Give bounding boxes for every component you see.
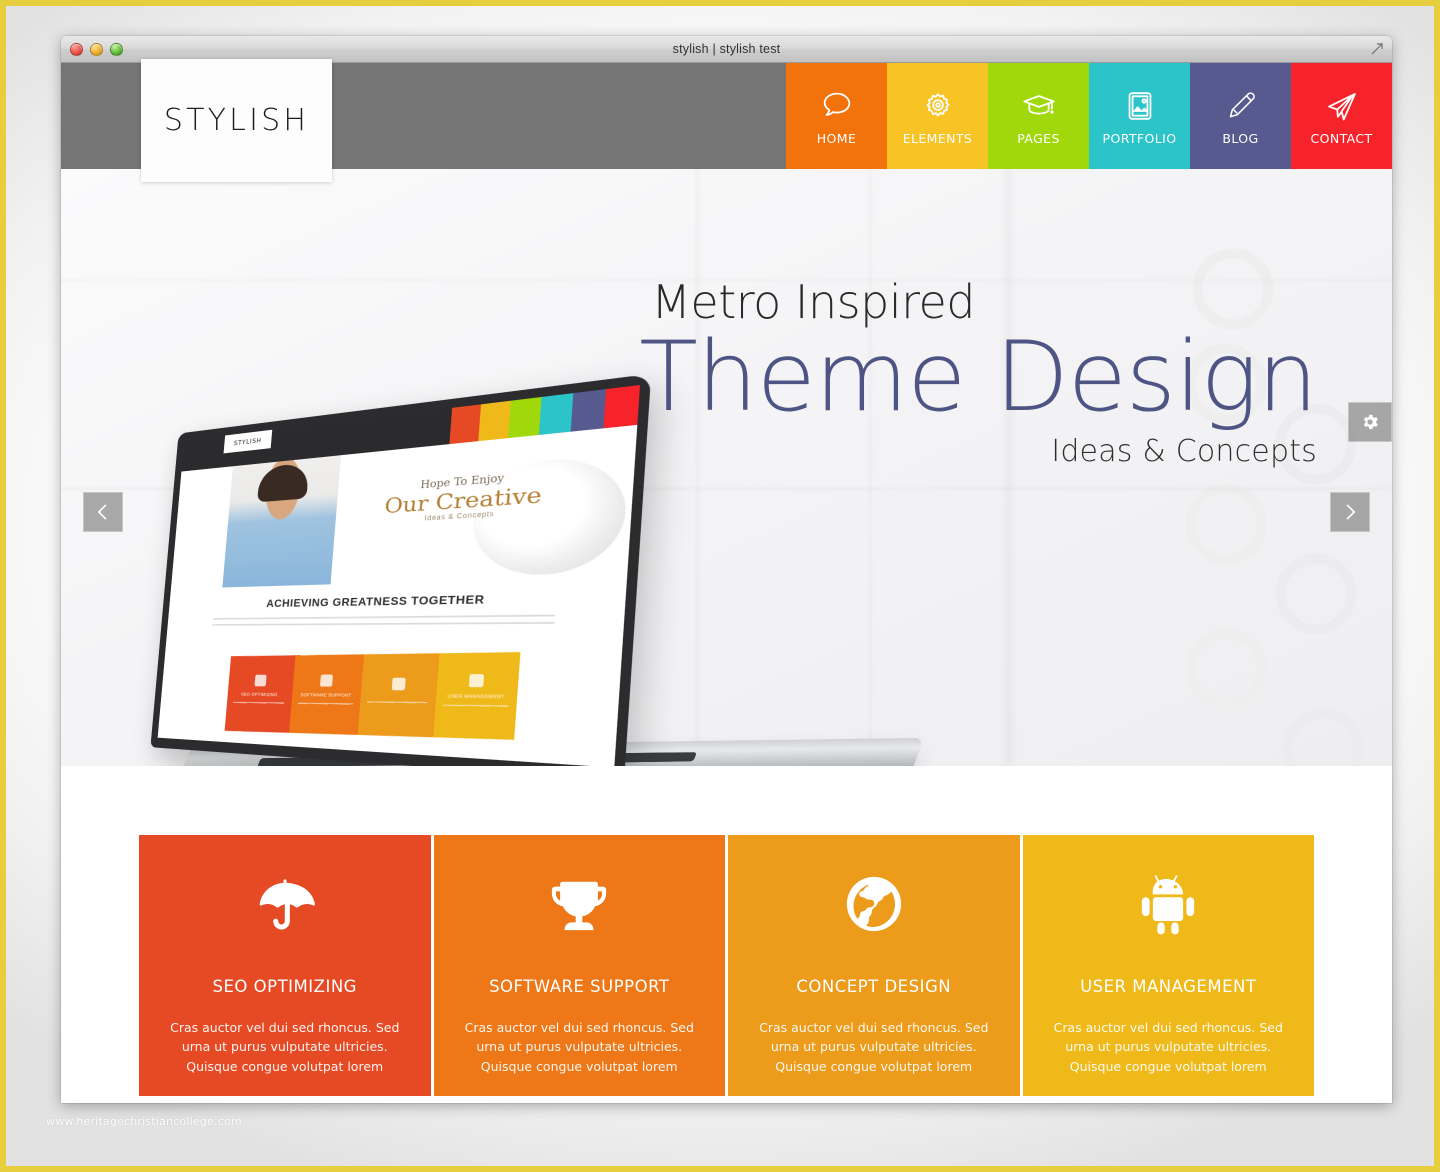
hero-text-block: Metro Inspired Theme Design Ideas & Conc… <box>639 275 1318 469</box>
nav-item-label: PAGES <box>1017 130 1060 146</box>
speech-bubble-icon <box>818 87 856 125</box>
site-logo-text: STYLISH <box>163 103 310 138</box>
mock-feature-tiles: SEO OPTIMIZING SOFTWARE SUPPORT USER MANAG… <box>224 652 521 740</box>
window-controls <box>70 42 123 56</box>
chevron-right-icon <box>1340 502 1360 522</box>
mock-tile-icon <box>391 677 406 690</box>
mock-tile-3: USER MANAGEMENT <box>432 652 521 740</box>
mock-site-body: Hope To Enjoy Our Creative Ideas & Conce… <box>157 424 638 766</box>
mock-tile-label: SOFTWARE SUPPORT <box>300 691 352 698</box>
nav-item-home[interactable]: HOME <box>786 63 887 169</box>
mock-nav-item-5 <box>603 385 641 429</box>
feature-description: Cras auctor vel dui sed rhoncus. Sed urn… <box>170 1020 400 1074</box>
mock-paragraph <box>211 614 555 635</box>
mock-nav-item-1 <box>478 400 511 442</box>
globe-icon <box>843 873 905 935</box>
mock-tile-2 <box>357 653 439 738</box>
mock-person-photo <box>222 455 342 588</box>
main-navigation: HOME ELEMENTS PAGES PORTFOLIO BLOG CONTACT <box>786 63 1392 169</box>
mock-tile-icon <box>320 674 334 687</box>
mock-tile-label: SEO OPTIMIZING <box>240 691 278 698</box>
feature-tile-seo-optimizing[interactable]: SEO OPTIMIZING Cras auctor vel dui sed rh… <box>139 835 431 1096</box>
close-button[interactable] <box>70 42 83 56</box>
nav-item-label: HOME <box>816 130 857 146</box>
mock-nav-item-4 <box>570 389 607 432</box>
slider-settings-button[interactable] <box>1348 402 1392 442</box>
mock-tile-paragraph <box>296 702 353 715</box>
pencil-icon <box>1222 87 1260 125</box>
nav-item-portfolio[interactable]: PORTFOLIO <box>1089 63 1190 169</box>
gear-icon <box>1360 412 1380 432</box>
slider-prev-button[interactable] <box>83 492 123 532</box>
feature-tile-concept-design[interactable]: CONCEPT DESIGN Cras auctor vel dui sed rh… <box>728 835 1020 1096</box>
feature-tile-user-management[interactable]: USER MANAGEMENT Cras auctor vel dui sed r… <box>1022 835 1314 1096</box>
watermark-text: www.heritagechristiancollege.com <box>46 1115 242 1128</box>
feature-tile-software-support[interactable]: SOFTWARE SUPPORT Cras auctor vel dui sed … <box>433 835 725 1096</box>
chevron-left-icon <box>93 502 113 522</box>
resize-grip-icon[interactable] <box>1370 42 1384 56</box>
umbrella-icon <box>254 873 316 935</box>
feature-tiles: SEO OPTIMIZING Cras auctor vel dui sed rh… <box>139 835 1314 1096</box>
feature-description: Cras auctor vel dui sed rhoncus. Sed urn… <box>759 1020 989 1074</box>
mock-tile-1: SOFTWARE SUPPORT <box>288 654 365 735</box>
hero-slider: STYLISH Hope To Enjoy Our Creative Ideas… <box>61 169 1392 766</box>
mock-tile-label: USER MANAGEMENT <box>447 692 505 700</box>
paper-plane-icon <box>1323 87 1361 125</box>
laptop-screen: STYLISH Hope To Enjoy Our Creative Ideas… <box>150 373 652 766</box>
hero-eyebrow: Metro Inspired <box>651 275 975 329</box>
feature-description: Cras auctor vel dui sed rhoncus. Sed urn… <box>1053 1020 1283 1074</box>
feature-description: Cras auctor vel dui sed rhoncus. Sed urn… <box>464 1020 694 1074</box>
nav-item-label: ELEMENTS <box>902 130 973 146</box>
feature-title: SOFTWARE SUPPORT <box>489 977 670 996</box>
hero-headline: Theme Design <box>639 321 1318 433</box>
mock-tile-icon <box>469 674 485 688</box>
nav-item-pages[interactable]: PAGES <box>988 63 1089 169</box>
mock-tile-paragraph <box>232 701 285 714</box>
nav-item-contact[interactable]: CONTACT <box>1291 63 1392 169</box>
zoom-button[interactable] <box>110 42 123 56</box>
browser-window: stylish | stylish test STYLISH HOME ELEME… <box>61 36 1392 1103</box>
site-logo[interactable]: STYLISH <box>141 59 332 182</box>
mock-nav-item-3 <box>538 393 574 435</box>
mock-nav-item-2 <box>508 396 542 439</box>
nav-item-blog[interactable]: BLOG <box>1190 63 1291 169</box>
gear-icon <box>919 87 957 125</box>
mock-site-logo: STYLISH <box>223 429 273 454</box>
mock-tile-icon <box>254 674 267 687</box>
hero-subheadline: Ideas & Concepts <box>1051 433 1317 469</box>
features-section: SEO OPTIMIZING Cras auctor vel dui sed rh… <box>61 766 1392 1103</box>
feature-title: SEO OPTIMIZING <box>212 977 357 996</box>
nav-item-label: BLOG <box>1222 130 1259 146</box>
feature-title: USER MANAGEMENT <box>1080 977 1257 996</box>
android-icon <box>1137 873 1199 935</box>
window-title: stylish | stylish test <box>672 42 781 56</box>
mock-tile-paragraph <box>366 700 428 714</box>
graduation-cap-icon <box>1020 87 1058 125</box>
nav-item-label: CONTACT <box>1310 130 1373 146</box>
minimize-button[interactable] <box>90 42 103 56</box>
nav-item-elements[interactable]: ELEMENTS <box>887 63 988 169</box>
nav-item-label: PORTFOLIO <box>1102 130 1177 146</box>
slider-next-button[interactable] <box>1330 492 1370 532</box>
site-header: STYLISH HOME ELEMENTS PAGES PORTFOLIO BLOG CO… <box>61 59 1392 182</box>
feature-title: CONCEPT DESIGN <box>796 977 952 996</box>
image-icon <box>1121 87 1159 125</box>
page-root: stylish | stylish test STYLISH HOME ELEME… <box>0 0 1440 1172</box>
trophy-icon <box>548 873 610 935</box>
mock-tile-paragraph <box>442 704 509 718</box>
mock-nav-item-0 <box>449 404 482 445</box>
mock-section-title: ACHIEVING GREATNESS TOGETHER <box>265 594 485 611</box>
mock-tile-0: SEO OPTIMIZING <box>224 655 295 733</box>
